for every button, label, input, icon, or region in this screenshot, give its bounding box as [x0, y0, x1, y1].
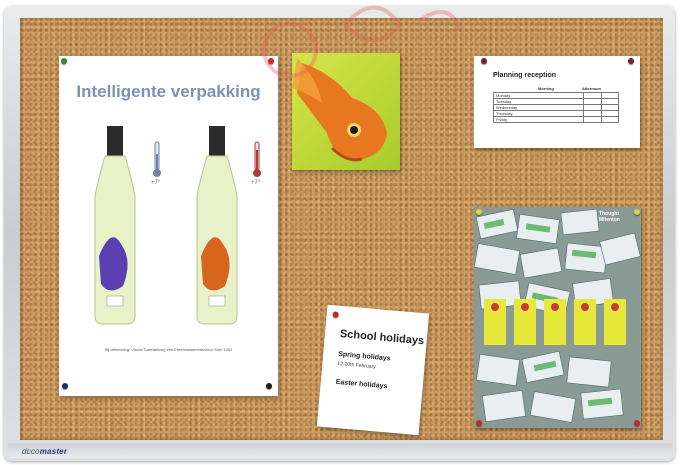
- pushpin-icon: [62, 383, 68, 389]
- pushpin-icon: [476, 209, 482, 215]
- poster-intelligente-verpakking: Intelligente verpakking +7° +7° Bij-afbe…: [59, 56, 278, 396]
- school-holidays-note: School holidays Spring holidays 12-20th …: [316, 304, 430, 436]
- poster-title: Intelligente verpakking: [76, 82, 261, 101]
- school-title: School holidays: [339, 328, 425, 348]
- bottle-icon: [94, 126, 136, 325]
- pushpin-icon: [476, 420, 482, 426]
- pushpin-icon: [266, 383, 272, 389]
- planning-reception-sheet: Planning reception Morning Afternoon Mon…: [474, 56, 640, 148]
- planning-title: Planning reception: [493, 72, 557, 79]
- thermometer-icon: [153, 141, 161, 177]
- newspaper-collage-poster: Thought Mitenton: [474, 207, 641, 428]
- pushpin-icon: [332, 311, 339, 318]
- pushpin-icon: [61, 58, 67, 64]
- pushpin-icon: [628, 58, 634, 64]
- goldfish-icon: [292, 58, 387, 162]
- pushpin-icon: [634, 420, 640, 426]
- pushpin-icon: [634, 209, 640, 215]
- marker-tray: [8, 443, 672, 458]
- pushpin-icon: [481, 58, 487, 64]
- poster-caption: Bij-afbeelding: Vinciu/Tweetakking van E…: [104, 347, 233, 352]
- planning-table: Monday Tuesday Wednesday Thursday Friday: [492, 92, 620, 123]
- thermometer-icon: [253, 141, 261, 177]
- collage-image: [474, 207, 641, 428]
- brand-logo: dccomaster: [22, 447, 68, 456]
- pushpin-icon: [268, 58, 274, 64]
- goldfish-photo: [292, 53, 400, 170]
- bottle-icon: [196, 126, 238, 325]
